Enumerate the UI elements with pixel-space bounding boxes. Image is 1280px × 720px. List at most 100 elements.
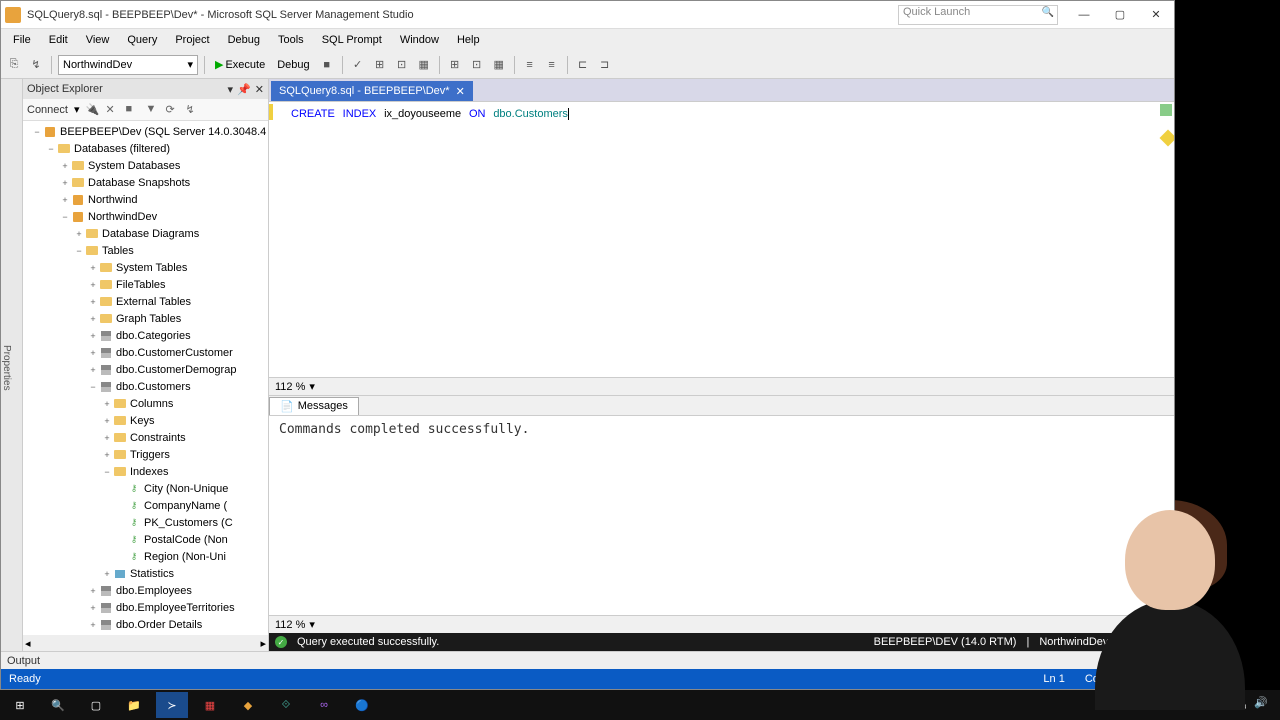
- tree-node[interactable]: +Database Snapshots: [23, 174, 268, 191]
- tree-node[interactable]: −Databases (filtered): [23, 140, 268, 157]
- expand-toggle[interactable]: +: [87, 620, 99, 630]
- document-tab[interactable]: SQLQuery8.sql - BEEPBEEP\Dev* ✕: [271, 81, 473, 101]
- close-button[interactable]: ✕: [1142, 5, 1170, 25]
- close-panel-icon[interactable]: ✕: [255, 83, 264, 96]
- file-explorer-icon[interactable]: 📁: [118, 692, 150, 718]
- execute-button[interactable]: ▶ Execute: [211, 58, 269, 71]
- zoom-control-2[interactable]: 112 %▾: [269, 615, 1174, 633]
- expand-toggle[interactable]: −: [31, 127, 43, 137]
- vscode-icon[interactable]: ⟐: [270, 692, 302, 718]
- menu-query[interactable]: Query: [119, 32, 165, 48]
- expand-toggle[interactable]: −: [73, 246, 85, 256]
- expand-toggle[interactable]: +: [87, 280, 99, 290]
- tree-node[interactable]: ⚷PostalCode (Non: [23, 531, 268, 548]
- connect-icon[interactable]: 🔌: [86, 103, 100, 117]
- tree-node[interactable]: +Columns: [23, 395, 268, 412]
- menu-project[interactable]: Project: [167, 32, 217, 48]
- tree-node[interactable]: +dbo.Employees: [23, 582, 268, 599]
- tree-node[interactable]: +Statistics: [23, 565, 268, 582]
- expand-toggle[interactable]: −: [45, 144, 57, 154]
- tree-node[interactable]: ⚷CompanyName (: [23, 497, 268, 514]
- tree-node[interactable]: +Database Diagrams: [23, 225, 268, 242]
- pin-icon[interactable]: 📌: [237, 83, 251, 96]
- expand-toggle[interactable]: +: [87, 314, 99, 324]
- expand-toggle[interactable]: +: [59, 195, 71, 205]
- filter-icon[interactable]: ▼: [146, 103, 160, 117]
- expand-toggle[interactable]: +: [59, 161, 71, 171]
- menu-view[interactable]: View: [78, 32, 118, 48]
- horizontal-scrollbar[interactable]: ◂▸: [23, 635, 268, 651]
- powershell-icon[interactable]: ≻: [156, 692, 188, 718]
- tree-node[interactable]: −Indexes: [23, 463, 268, 480]
- object-explorer-tree[interactable]: −BEEPBEEP\Dev (SQL Server 14.0.3048.4−Da…: [23, 121, 268, 635]
- chrome-icon[interactable]: 🔵: [346, 692, 378, 718]
- properties-tab[interactable]: Properties: [1, 79, 23, 651]
- tree-node[interactable]: −NorthwindDev: [23, 208, 268, 225]
- ssms-taskbar-icon[interactable]: ◆: [232, 692, 264, 718]
- expand-toggle[interactable]: +: [87, 263, 99, 273]
- chevron-down-icon[interactable]: ▾: [74, 103, 80, 116]
- expand-toggle[interactable]: −: [59, 212, 71, 222]
- app-icon[interactable]: ▦: [194, 692, 226, 718]
- quick-launch-input[interactable]: Quick Launch: [898, 5, 1058, 25]
- parse-icon[interactable]: ✓: [349, 56, 367, 74]
- toolbar-icon[interactable]: ⎘: [5, 56, 23, 74]
- menu-file[interactable]: File: [5, 32, 39, 48]
- toolbar-icon[interactable]: ▦: [415, 56, 433, 74]
- expand-toggle[interactable]: +: [101, 433, 113, 443]
- expand-toggle[interactable]: +: [101, 450, 113, 460]
- toolbar-icon[interactable]: ↯: [27, 56, 45, 74]
- task-view-icon[interactable]: ▢: [80, 692, 112, 718]
- tree-node[interactable]: −BEEPBEEP\Dev (SQL Server 14.0.3048.4: [23, 123, 268, 140]
- chevron-down-icon[interactable]: ▾: [309, 618, 315, 631]
- tree-node[interactable]: +dbo.EmployeeTerritories: [23, 599, 268, 616]
- uncomment-icon[interactable]: ⊐: [596, 56, 614, 74]
- toolbar-icon[interactable]: ⊡: [393, 56, 411, 74]
- toolbar-icon[interactable]: ⊡: [468, 56, 486, 74]
- search-icon[interactable]: 🔍: [42, 692, 74, 718]
- outdent-icon[interactable]: ≡: [543, 56, 561, 74]
- visualstudio-icon[interactable]: ∞: [308, 692, 340, 718]
- menu-window[interactable]: Window: [392, 32, 447, 48]
- expand-toggle[interactable]: +: [87, 348, 99, 358]
- expand-toggle[interactable]: +: [87, 331, 99, 341]
- output-panel-header[interactable]: Output: [1, 651, 1174, 669]
- tree-node[interactable]: +Triggers: [23, 446, 268, 463]
- refresh-icon[interactable]: ⟳: [166, 103, 180, 117]
- menu-help[interactable]: Help: [449, 32, 488, 48]
- messages-output[interactable]: Commands completed successfully.: [269, 415, 1174, 615]
- expand-toggle[interactable]: +: [87, 603, 99, 613]
- debug-button[interactable]: Debug: [273, 59, 313, 71]
- tree-node[interactable]: ⚷Region (Non-Uni: [23, 548, 268, 565]
- tree-node[interactable]: +External Tables: [23, 293, 268, 310]
- toolbar-icon[interactable]: ▦: [490, 56, 508, 74]
- expand-toggle[interactable]: +: [59, 178, 71, 188]
- maximize-button[interactable]: ▢: [1106, 5, 1134, 25]
- expand-toggle[interactable]: −: [101, 467, 113, 477]
- comment-icon[interactable]: ⊏: [574, 56, 592, 74]
- stop-icon[interactable]: ■: [126, 103, 140, 117]
- dropdown-icon[interactable]: ▾: [228, 83, 234, 96]
- tree-node[interactable]: +Graph Tables: [23, 310, 268, 327]
- start-button[interactable]: ⊞: [4, 692, 36, 718]
- expand-toggle[interactable]: −: [87, 382, 99, 392]
- tree-node[interactable]: +System Tables: [23, 259, 268, 276]
- expand-toggle[interactable]: +: [87, 586, 99, 596]
- disconnect-icon[interactable]: ✕: [106, 103, 120, 117]
- chevron-down-icon[interactable]: ▾: [309, 380, 315, 393]
- close-tab-icon[interactable]: ✕: [456, 85, 465, 98]
- menu-debug[interactable]: Debug: [220, 32, 268, 48]
- database-dropdown[interactable]: NorthwindDev ▾: [58, 55, 198, 75]
- tree-node[interactable]: +Northwind: [23, 191, 268, 208]
- script-icon[interactable]: ↯: [186, 103, 200, 117]
- tree-node[interactable]: ⚷PK_Customers (C: [23, 514, 268, 531]
- expand-toggle[interactable]: +: [101, 569, 113, 579]
- expand-toggle[interactable]: +: [73, 229, 85, 239]
- tree-node[interactable]: +FileTables: [23, 276, 268, 293]
- connect-label[interactable]: Connect: [27, 104, 68, 116]
- tree-node[interactable]: +dbo.Order Details: [23, 616, 268, 633]
- tree-node[interactable]: +Constraints: [23, 429, 268, 446]
- tree-node[interactable]: +dbo.CustomerCustomer: [23, 344, 268, 361]
- expand-toggle[interactable]: +: [87, 297, 99, 307]
- menu-tools[interactable]: Tools: [270, 32, 312, 48]
